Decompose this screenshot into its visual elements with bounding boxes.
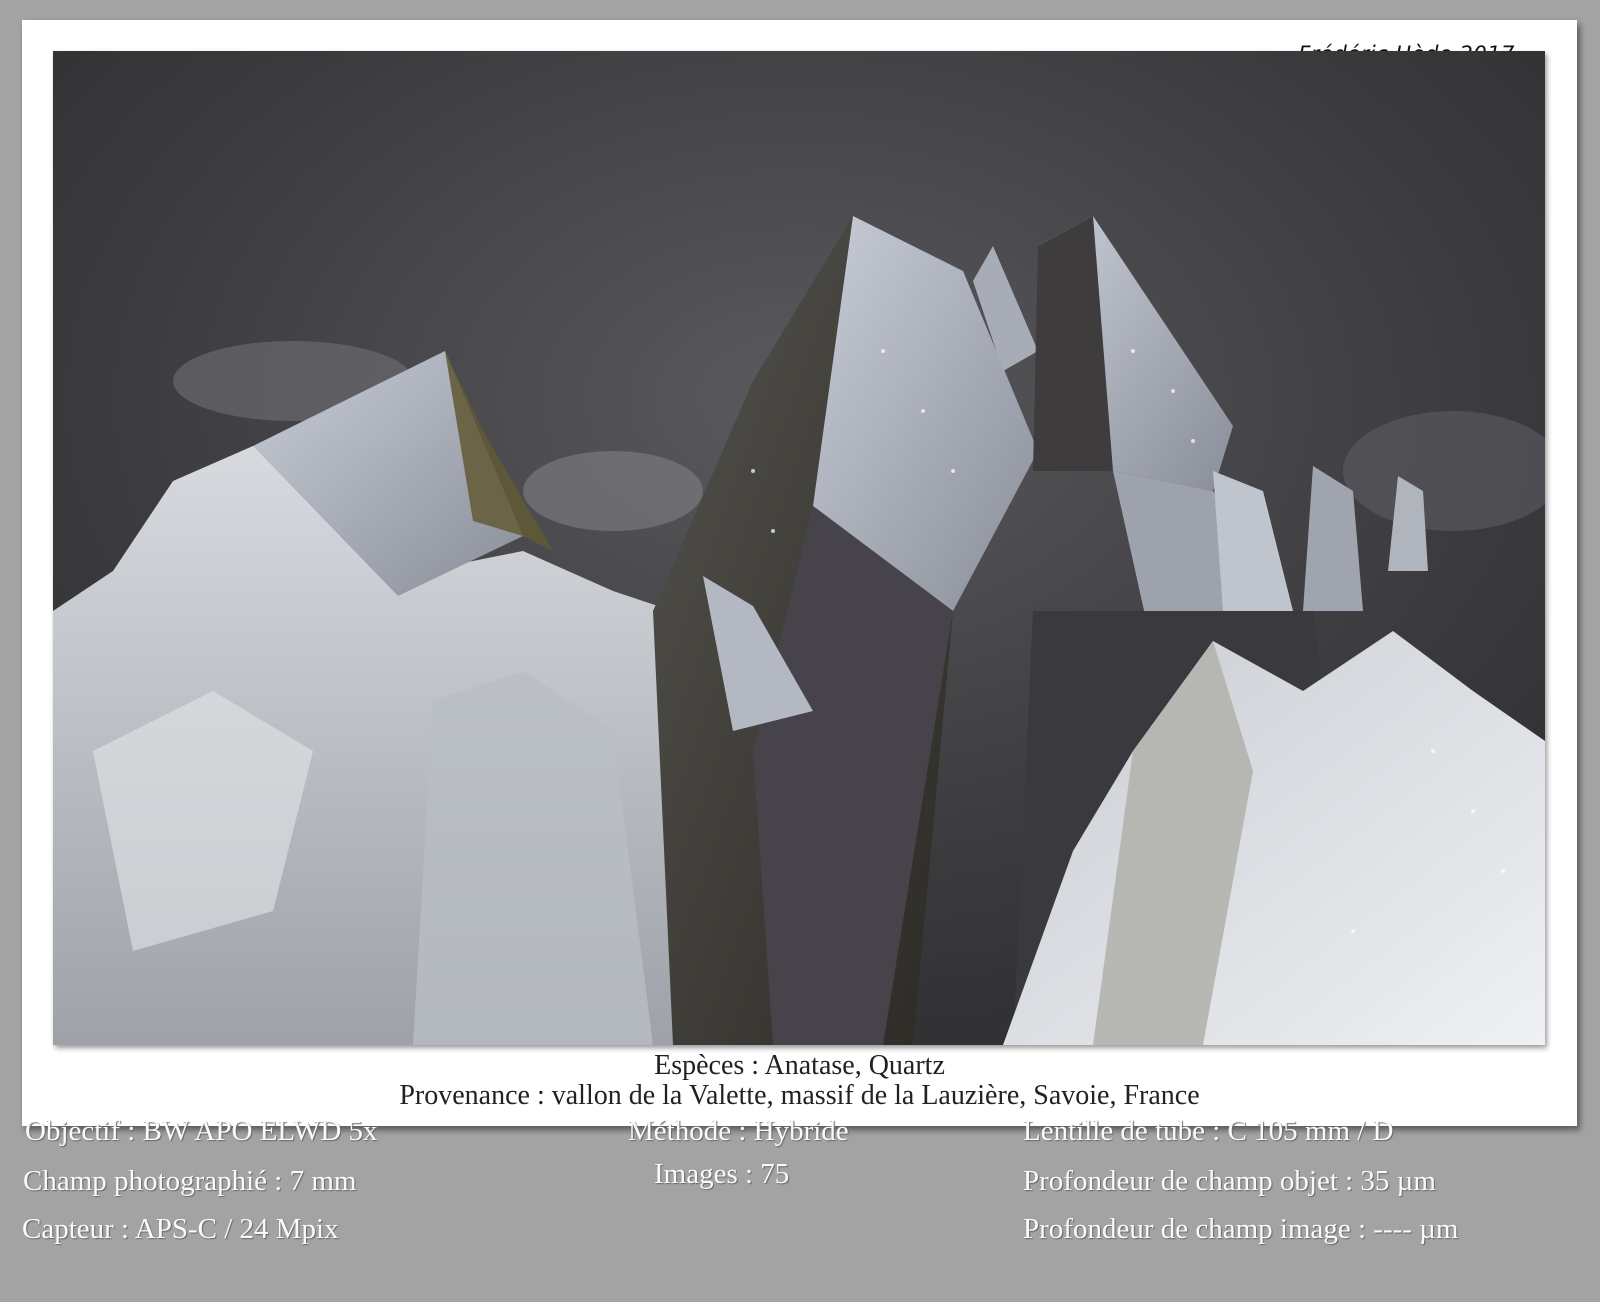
- image-dof-detail: Profondeur de champ image : ---- µm: [1023, 1213, 1459, 1245]
- species-caption: Espèces : Anatase, Quartz: [654, 1050, 945, 1081]
- sensor-detail: Capteur : APS-C / 24 Mpix: [22, 1213, 339, 1245]
- mineral-photograph: [53, 51, 1545, 1045]
- object-dof-detail: Profondeur de champ objet : 35 µm: [1023, 1165, 1436, 1197]
- provenance-caption: Provenance : vallon de la Valette, massi…: [399, 1080, 1200, 1111]
- tube-lens-detail: Lentille de tube : C 105 mm / D: [1023, 1115, 1394, 1147]
- objective-detail: Objectif : BW APO ELWD 5x: [25, 1115, 378, 1147]
- images-detail: Images : 75: [654, 1158, 790, 1190]
- field-detail: Champ photographié : 7 mm: [23, 1165, 357, 1197]
- photo-frame: Frédéric Hède 2017: [22, 20, 1577, 1126]
- method-detail: Méthode : Hybride: [628, 1115, 849, 1147]
